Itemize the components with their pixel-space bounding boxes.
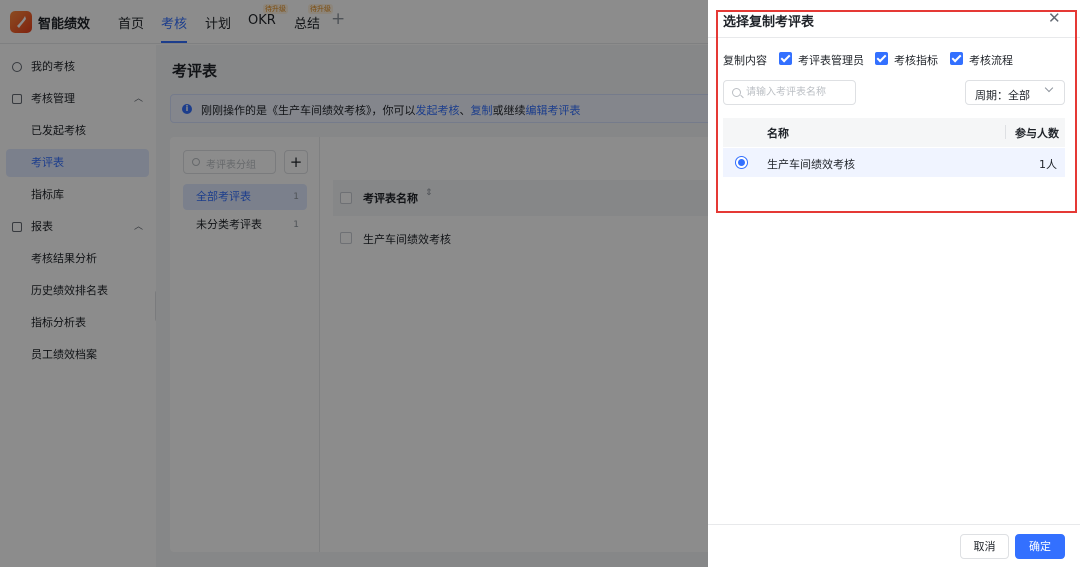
chevron-down-icon [1044, 83, 1054, 93]
checkbox-checked-icon[interactable] [779, 52, 792, 65]
radio-selected[interactable] [735, 156, 748, 169]
form-search-field[interactable] [723, 80, 856, 105]
period-select[interactable]: 周期：全部 [965, 80, 1065, 105]
column-header-name: 名称 [767, 127, 789, 140]
modal-overlay[interactable] [0, 0, 708, 567]
divider [708, 37, 1080, 38]
copy-content-label: 复制内容 [723, 54, 767, 67]
period-value: 周期：全部 [975, 89, 1030, 102]
cancel-button[interactable]: 取消 [960, 534, 1009, 559]
option-label: 考评表管理员 [798, 54, 864, 67]
form-search-input[interactable] [746, 84, 851, 101]
table-row[interactable]: 生产车间绩效考核 1人 [723, 148, 1065, 177]
checkbox-checked-icon[interactable] [875, 52, 888, 65]
participant-count-cell: 1人 [1039, 158, 1057, 171]
option-label: 考核流程 [969, 54, 1013, 67]
option-label: 考核指标 [894, 54, 938, 67]
drawer-table-header: 名称 参与人数 [723, 118, 1065, 147]
copy-form-drawer: 选择复制考评表 ✕ 复制内容 考评表管理员 考核指标 考核流程 周期：全部 名称… [708, 0, 1080, 567]
column-header-participants: 参与人数 [1015, 127, 1059, 140]
footer-divider [708, 524, 1080, 525]
form-name-cell: 生产车间绩效考核 [767, 158, 855, 171]
column-separator [1005, 125, 1006, 139]
confirm-button[interactable]: 确定 [1015, 534, 1065, 559]
checkbox-checked-icon[interactable] [950, 52, 963, 65]
search-icon [732, 88, 741, 97]
close-icon[interactable]: ✕ [1048, 9, 1061, 27]
drawer-title: 选择复制考评表 [723, 15, 815, 30]
